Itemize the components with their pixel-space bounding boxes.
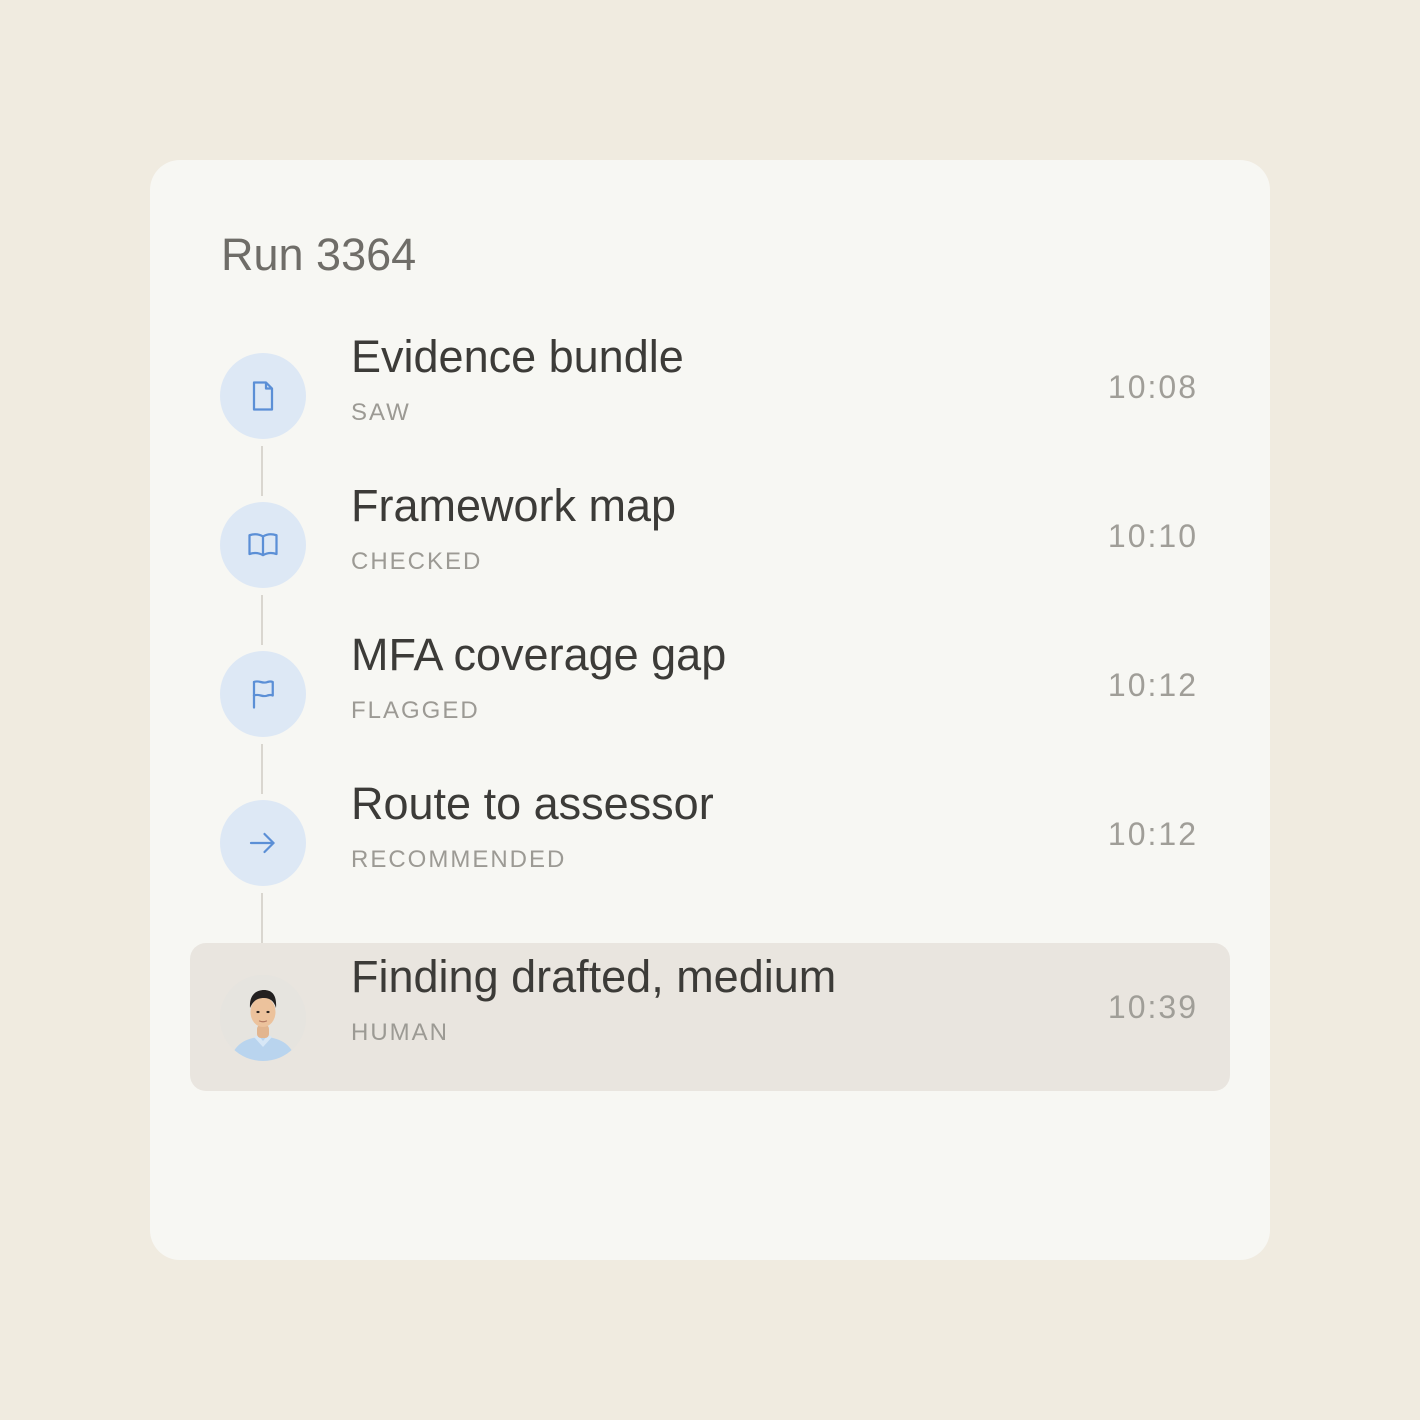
run-card: Run 3364 Evidence bundle SAW 10:08 Frame… bbox=[150, 160, 1270, 1260]
run-title: Run 3364 bbox=[221, 229, 417, 280]
timeline-item-framework-map[interactable]: Framework map CHECKED 10:10 bbox=[190, 472, 1230, 620]
timeline-item-title: MFA coverage gap bbox=[351, 629, 727, 680]
timeline-item-status: RECOMMENDED bbox=[351, 846, 567, 873]
book-icon bbox=[220, 502, 306, 588]
timeline-item-time: 10:10 bbox=[1107, 518, 1198, 554]
timeline-item-title: Evidence bundle bbox=[351, 331, 684, 382]
arrow-right-icon bbox=[220, 800, 306, 886]
timeline-item-title: Framework map bbox=[351, 480, 677, 531]
timeline-item-mfa-coverage-gap[interactable]: MFA coverage gap FLAGGED 10:12 bbox=[190, 621, 1230, 769]
timeline-item-status: FLAGGED bbox=[351, 697, 480, 724]
flag-icon bbox=[220, 651, 306, 737]
timeline-item-status: SAW bbox=[351, 399, 411, 426]
timeline-item-time: 10:12 bbox=[1107, 816, 1198, 852]
timeline-item-finding-drafted[interactable]: Finding drafted, medium HUMAN 10:39 bbox=[190, 943, 1230, 1091]
avatar bbox=[220, 975, 306, 1061]
document-icon bbox=[220, 353, 306, 439]
timeline-item-time: 10:12 bbox=[1107, 667, 1198, 703]
timeline-item-title: Finding drafted, medium bbox=[351, 951, 837, 1002]
timeline-item-evidence-bundle[interactable]: Evidence bundle SAW 10:08 bbox=[190, 323, 1230, 471]
timeline-item-route-to-assessor[interactable]: Route to assessor RECOMMENDED 10:12 bbox=[190, 770, 1230, 918]
timeline-item-title: Route to assessor bbox=[351, 778, 714, 829]
timeline-item-time: 10:08 bbox=[1107, 369, 1198, 405]
timeline-item-status: HUMAN bbox=[351, 1019, 449, 1046]
timeline-item-status: CHECKED bbox=[351, 548, 483, 575]
timeline-item-time: 10:39 bbox=[1107, 989, 1198, 1025]
